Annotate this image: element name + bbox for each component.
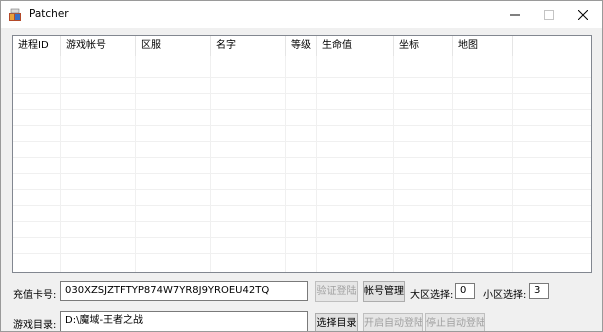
grid-line xyxy=(393,56,394,272)
column-header-map[interactable]: 地图 xyxy=(453,36,513,56)
big-zone-input[interactable]: 0 xyxy=(455,283,475,299)
game-dir-label: 游戏目录: xyxy=(13,320,57,331)
list-header: 进程ID 游戏帐号 区服 名字 等级 生命值 坐标 地图 xyxy=(13,36,591,56)
column-header-level[interactable]: 等级 xyxy=(286,36,317,56)
column-header-account[interactable]: 游戏帐号 xyxy=(61,36,136,56)
small-zone-label: 小区选择: xyxy=(483,290,527,301)
grid-line xyxy=(13,157,591,158)
list-body xyxy=(13,56,591,272)
stop-auto-login-button[interactable]: 停止自动登陆 xyxy=(425,313,485,331)
grid-line xyxy=(13,109,591,110)
start-auto-login-button[interactable]: 开启自动登陆 xyxy=(363,313,423,331)
maximize-icon xyxy=(544,9,554,20)
minimize-icon xyxy=(510,10,520,20)
title-bar: Patcher xyxy=(1,1,602,28)
window-title: Patcher xyxy=(29,8,69,20)
card-number-input[interactable]: 030XZSJZTFTYP874W7YR8J9YROEU42TQ xyxy=(60,281,308,301)
small-zone-input[interactable]: 3 xyxy=(529,283,549,299)
game-dir-input[interactable]: D:\魔域-王者之战 xyxy=(60,311,308,331)
column-header-name[interactable]: 名字 xyxy=(211,36,286,56)
big-zone-label: 大区选择: xyxy=(410,290,454,301)
grid-line xyxy=(13,77,591,78)
account-manage-button[interactable]: 帐号管理 xyxy=(363,281,405,302)
grid-line xyxy=(13,189,591,190)
grid-line xyxy=(13,253,591,254)
column-header-coords[interactable]: 坐标 xyxy=(394,36,453,56)
grid-line xyxy=(316,56,317,272)
verify-login-button[interactable]: 验证登陆 xyxy=(315,281,358,302)
maximize-button[interactable] xyxy=(532,1,566,28)
patcher-window: Patcher 进程ID 游戏帐号 区服 名字 等级 生命值 坐标 地图 充值卡… xyxy=(0,0,603,332)
grid-line xyxy=(13,93,591,94)
select-dir-button[interactable]: 选择目录 xyxy=(315,313,358,331)
grid-line xyxy=(285,56,286,272)
process-list[interactable]: 进程ID 游戏帐号 区服 名字 等级 生命值 坐标 地图 xyxy=(12,35,592,273)
close-icon xyxy=(578,9,588,20)
grid-line xyxy=(13,221,591,222)
column-header-server[interactable]: 区服 xyxy=(136,36,211,56)
column-header-hp[interactable]: 生命值 xyxy=(317,36,394,56)
close-button[interactable] xyxy=(566,1,600,28)
minimize-button[interactable] xyxy=(498,1,532,28)
grid-line xyxy=(13,141,591,142)
grid-line xyxy=(210,56,211,272)
grid-line xyxy=(13,205,591,206)
grid-line xyxy=(13,237,591,238)
grid-line xyxy=(13,173,591,174)
grid-line xyxy=(512,56,513,272)
app-icon xyxy=(8,8,22,22)
grid-line xyxy=(13,125,591,126)
card-number-label: 充值卡号: xyxy=(13,290,57,301)
column-header-pid[interactable]: 进程ID xyxy=(13,36,61,56)
grid-line xyxy=(60,56,61,272)
grid-line xyxy=(135,56,136,272)
grid-line xyxy=(452,56,453,272)
